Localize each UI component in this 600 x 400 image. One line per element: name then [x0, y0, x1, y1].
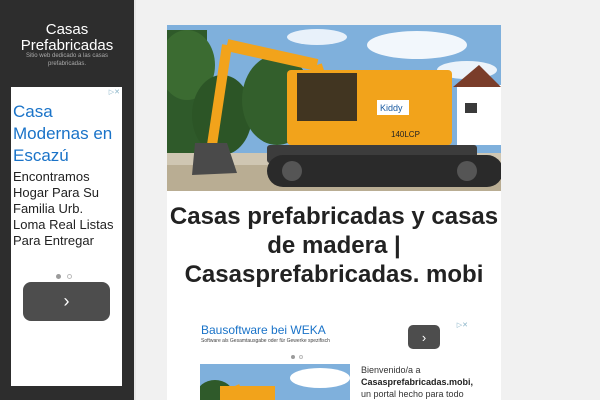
chevron-right-icon: › [63, 291, 70, 311]
thumbnail-photo [200, 364, 350, 400]
carousel-dot-active[interactable] [56, 274, 61, 279]
hero-image: Kiddy 140LCP [167, 25, 501, 191]
hero-model-text: 140LCP [391, 130, 420, 139]
main-ad-title[interactable]: Bausoftware bei WEKA [201, 323, 326, 337]
main-ad-subtitle: Software als Gesamtausgabe oder für Gewe… [201, 338, 330, 344]
post-title: Casas prefabricadas y casas de madera | … [169, 203, 499, 288]
post-thumbnail[interactable] [200, 364, 350, 400]
intro-line-3: un portal hecho para todo [361, 389, 464, 399]
sidebar-ad-body: Encontramos Hogar Para Su Familia Urb. L… [13, 169, 114, 248]
site-title[interactable]: Casas Prefabricadas [0, 22, 134, 54]
intro-text: Bienvenido/a a Casasprefabricadas.mobi, … [361, 364, 479, 400]
site-description: Sitio web dedicado a las casas prefabric… [25, 53, 109, 67]
sidebar-ad-title[interactable]: Casa Modernas en Escazú [13, 101, 117, 167]
main-ad[interactable]: Bausoftware bei WEKA Software als Gesamt… [200, 321, 470, 359]
sidebar: Casas Prefabricadas Sitio web dedicado a… [0, 0, 134, 400]
main-ad-dots [291, 346, 307, 364]
adchoices-icon[interactable]: ▷✕ [457, 321, 468, 329]
excavator-photo: Kiddy 140LCP [167, 25, 501, 191]
adchoices-icon[interactable]: ▷✕ [109, 88, 120, 96]
intro-line-1: Bienvenido/a a [361, 365, 421, 375]
sidebar-ad[interactable]: ▷✕ Casa Modernas en Escazú Encontramos H… [11, 87, 122, 386]
carousel-dot[interactable] [67, 274, 72, 279]
sidebar-divider [134, 0, 136, 400]
carousel-dot[interactable] [299, 355, 303, 359]
sidebar-ad-next-button[interactable]: › [23, 282, 110, 321]
intro-site-name: Casasprefabricadas.mobi, [361, 377, 474, 387]
carousel-dot-active[interactable] [291, 355, 295, 359]
main-ad-next-button[interactable]: › [408, 325, 440, 349]
hero-sign-text: Kiddy [380, 103, 403, 113]
chevron-right-icon: › [421, 329, 427, 345]
